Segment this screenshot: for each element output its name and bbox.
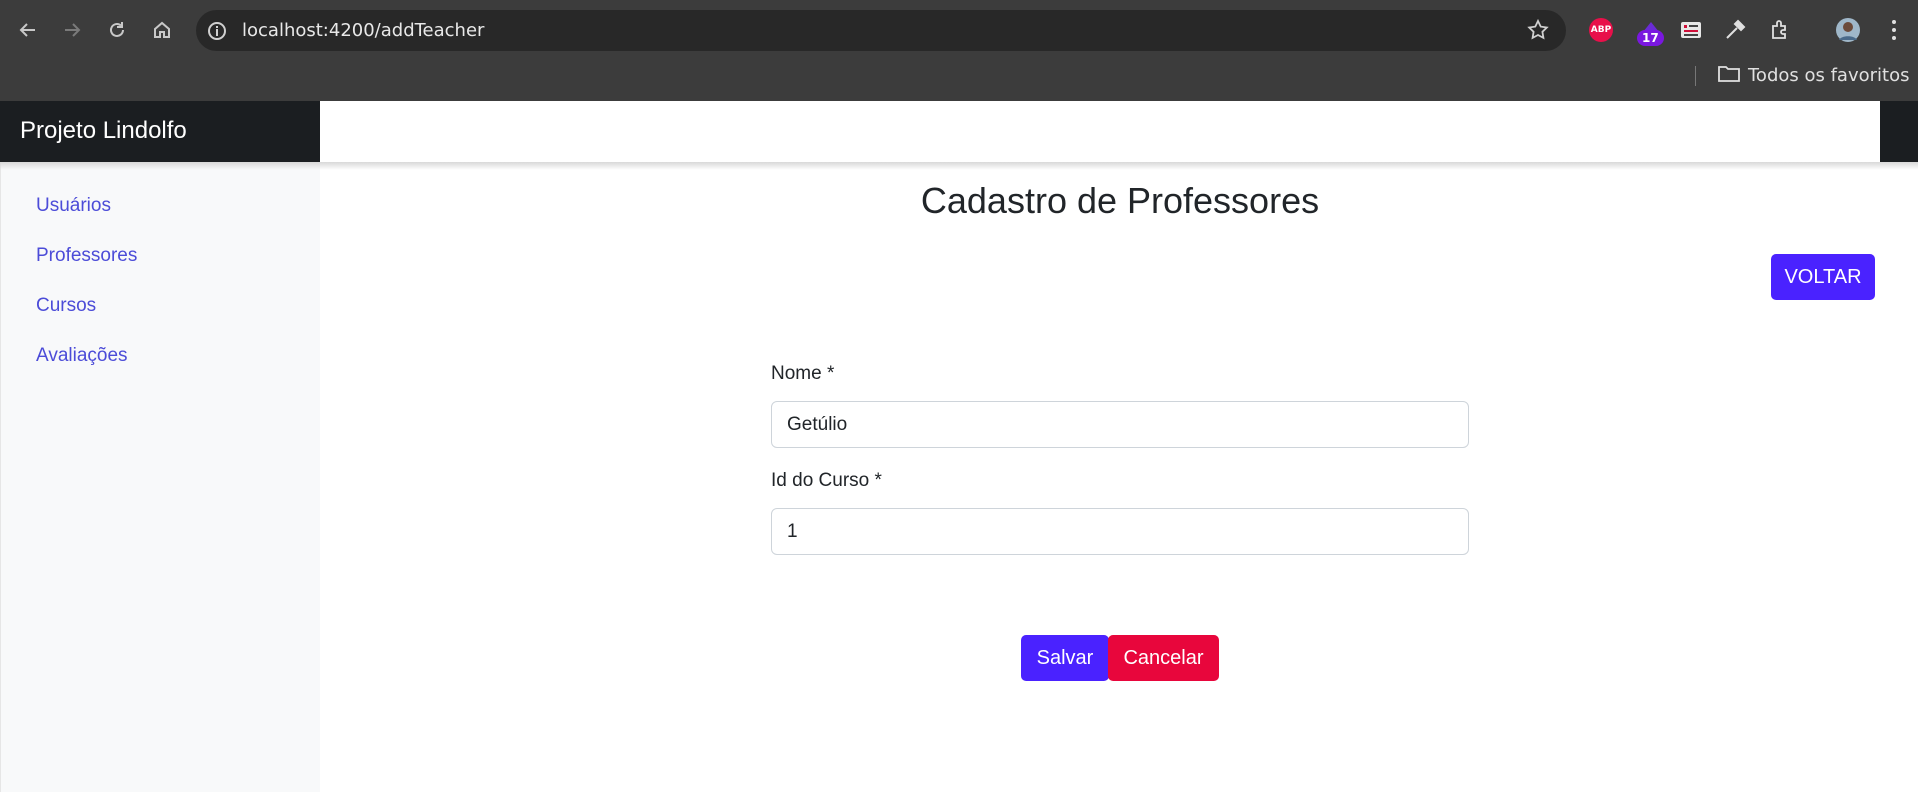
address-bar[interactable]: localhost:4200/addTeacher [196,10,1566,51]
folder-icon [1718,64,1740,87]
adblock-extension-icon[interactable]: ABP [1587,16,1615,44]
name-label: Nome * [771,363,835,384]
cancel-button[interactable]: Cancelar [1108,635,1219,681]
page-title: Cadastro de Professores [920,180,1320,221]
app-brand-bar: Projeto Lindolfo [0,101,320,162]
browser-menu-icon[interactable] [1880,16,1908,44]
site-info-icon[interactable] [206,20,228,42]
profile-avatar-icon[interactable] [1834,16,1862,44]
save-button[interactable]: Salvar [1021,635,1109,681]
sidebar-item-avaliacoes[interactable]: Avaliações [36,345,128,367]
back-arrow-icon[interactable] [12,14,44,46]
reload-icon[interactable] [101,14,133,46]
top-bar-right-edge [1880,101,1918,162]
app-brand[interactable]: Projeto Lindolfo [20,117,187,145]
puzzle-extensions-icon[interactable] [1766,16,1794,44]
bookmark-star-icon[interactable] [1526,18,1550,42]
back-button[interactable]: VOLTAR [1771,254,1875,300]
eyedropper-extension-icon[interactable] [1721,16,1749,44]
browser-chrome: localhost:4200/addTeacher ABP 17 Todos o… [0,0,1918,101]
sidebar-item-cursos[interactable]: Cursos [36,295,96,317]
name-input[interactable] [771,401,1469,448]
course-id-input[interactable] [771,508,1469,555]
sidebar-item-usuarios[interactable]: Usuários [36,195,111,217]
sidebar-item-professores[interactable]: Professores [36,245,137,267]
course-id-label: Id do Curso * [771,470,882,491]
app-top-bar [320,101,1880,162]
forward-arrow-icon[interactable] [56,14,88,46]
all-bookmarks-button[interactable]: Todos os favoritos [1718,64,1909,87]
bookmarks-label: Todos os favoritos [1748,65,1910,86]
sidebar: Usuários Professores Cursos Avaliações [0,162,320,792]
reader-extension-icon[interactable] [1677,16,1705,44]
bookmarks-separator [1695,66,1696,86]
header-shadow [0,162,1918,170]
extension-count-badge: 17 [1637,30,1664,46]
url-text[interactable]: localhost:4200/addTeacher [242,20,484,41]
home-icon[interactable] [146,14,178,46]
